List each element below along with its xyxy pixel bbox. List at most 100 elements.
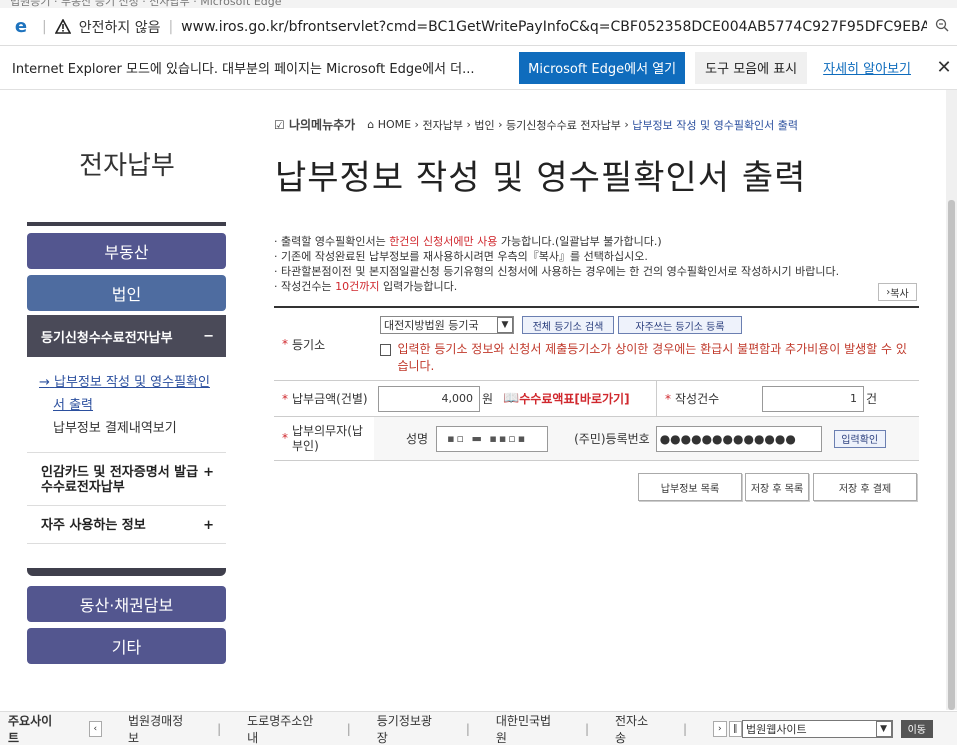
nav-write-payment-label: 납부정보 작성 및 영수필확인 — [54, 375, 210, 390]
left-navigation: 전자납부 부동산 법인 등기신청수수료전자납부 − → 납부정보 작성 및 영수필… — [27, 145, 226, 664]
footer-link-auction[interactable]: 법원경매정보 — [102, 712, 217, 746]
crumb-home[interactable]: HOME — [378, 118, 411, 131]
window-titlebar: 법원등기 · 부동산 등기 신청 · 전자납부 · Microsoft Edge — [0, 0, 957, 8]
arrow-icon: → — [39, 375, 50, 390]
tab-title: 법원등기 · 부동산 등기 신청 · 전자납부 · Microsoft Edge — [10, 0, 282, 8]
copy-button[interactable]: › 복사 — [878, 283, 917, 301]
payer-label-text: 납부의무자(납부인) — [292, 423, 363, 453]
chevron-left-icon[interactable]: ‹ — [88, 720, 102, 737]
page-title: 납부정보 작성 및 영수필확인서 출력 — [275, 158, 807, 198]
nav-fee-epay[interactable]: 등기신청수수료전자납부 − — [27, 315, 226, 357]
registry-select[interactable]: 대전지방법원 등기국 ▼ — [380, 316, 514, 334]
payer-cell: 성명 ▪▫ ▬ ▪▪▫▪ (주민)등록번호 ●●●●●●●●●●●●● 입력확인 — [374, 417, 919, 460]
registry-label-text: 등기소 — [292, 337, 326, 352]
notice-4b: 10건까지 — [335, 280, 380, 293]
chevron-down-icon: ▼ — [875, 720, 892, 737]
court-site-select[interactable]: 법원웹사이트 ▼ — [741, 719, 893, 738]
add-my-menu-label: 나의메뉴추가 — [288, 118, 356, 132]
notice-1a: · 출력할 영수필확인서는 — [274, 235, 390, 248]
learn-more-link[interactable]: 자세히 알아보기 — [823, 58, 911, 77]
home-icon: ⌂ — [367, 118, 375, 131]
divider: | — [168, 18, 174, 35]
scrollbar[interactable] — [946, 90, 957, 710]
count-input[interactable]: 1 — [762, 385, 864, 412]
close-icon[interactable]: ✕ — [931, 57, 957, 78]
add-my-menu[interactable]: ☑ 나의메뉴추가 — [274, 116, 355, 133]
count-cell: 1 건 — [758, 381, 919, 416]
amount-input[interactable]: 4,000 — [378, 385, 480, 412]
notice-1b: 한건의 신청서에만 사용 — [389, 235, 498, 248]
insecure-label[interactable]: 안전하지 않음 — [79, 17, 161, 37]
notice-1c: 가능합니다.(일괄납부 불가합니다.) — [497, 235, 662, 248]
ie-mode-bar: Internet Explorer 모드에 있습니다. 대부분의 페이지는 Mi… — [0, 46, 957, 90]
footer-link-address[interactable]: 도로명주소안내 — [221, 712, 347, 746]
register-frequent-registry-button[interactable]: 자주쓰는 등기소 등록 — [618, 316, 742, 334]
notice-3: · 타관할본점이전 및 본지점일괄신청 등기유형의 신청서에 사용하는 경우에는… — [274, 265, 840, 278]
nav-seal-card-label: 인감카드 및 전자증명서 발급수수료전자납부 — [41, 465, 199, 495]
nav-payment-history[interactable]: 납부정보 결제내역보기 — [39, 417, 226, 440]
show-in-toolbar-button[interactable]: 도구 모음에 표시 — [695, 51, 808, 84]
name-label: 성명 — [406, 432, 429, 446]
pause-icon[interactable]: ‖ — [728, 720, 742, 737]
expand-icon: + — [203, 465, 214, 480]
ie-mode-icon[interactable]: e — [8, 16, 34, 37]
crumb-epay[interactable]: 전자납부 — [422, 117, 462, 133]
crumb-corp[interactable]: 법인 — [474, 117, 494, 133]
nav-seal-card[interactable]: 인감카드 및 전자증명서 발급수수료전자납부 + — [27, 453, 226, 506]
registry-warning: 입력한 등기소 정보와 신청서 제출등기소가 상이한 경우에는 환급시 불편함과… — [397, 342, 907, 373]
name-input[interactable]: ▪▫ ▬ ▪▪▫▪ — [436, 425, 549, 452]
masked-name: ▪▫ ▬ ▪▪▫▪ — [447, 432, 528, 445]
notice-4: · 작성건수는 10건까지 입력가능합니다. — [274, 279, 919, 294]
footer-link-registry-info[interactable]: 등기정보광장 — [351, 712, 466, 746]
sidebar-top-bar — [27, 222, 226, 226]
nav-write-payment[interactable]: → 납부정보 작성 및 영수필확인 — [39, 371, 226, 394]
footer-link-ecourt[interactable]: 전자소송 — [589, 712, 683, 746]
payer-row: * 납부의무자(납부인) 성명 ▪▫ ▬ ▪▪▫▪ (주민)등록번호 ●●●●●●… — [274, 417, 919, 461]
nav-write-payment-cont[interactable]: 서 출력 — [39, 394, 226, 417]
save-list-button[interactable]: 저장 후 목록 — [745, 473, 809, 501]
notice-4c: 입력가능합니다. — [379, 280, 458, 293]
sidebar-bottom-bar — [27, 568, 226, 576]
payment-form: * 등기소 대전지방법원 등기국 ▼ 전체 등기소 검색 자주쓰는 등기소 등록 입… — [274, 306, 919, 461]
nav-fee-epay-label: 등기신청수수료전자납부 — [41, 330, 173, 346]
nav-movable-assets[interactable]: 동산·채권담보 — [27, 586, 226, 622]
save-pay-button[interactable]: 저장 후 결제 — [813, 473, 917, 501]
check-icon: ☑ — [274, 118, 285, 132]
id-number-label: (주민)등록번호 — [574, 432, 650, 446]
ie-mode-message: Internet Explorer 모드에 있습니다. 대부분의 페이지는 Mi… — [12, 62, 475, 77]
count-label-text: 작성건수 — [675, 392, 720, 406]
registry-cell: 대전지방법원 등기국 ▼ 전체 등기소 검색 자주쓰는 등기소 등록 입력한 등기… — [374, 308, 919, 380]
nav-real-estate[interactable]: 부동산 — [27, 233, 226, 269]
open-in-edge-button[interactable]: Microsoft Edge에서 열기 — [519, 51, 686, 84]
search-all-registry-button[interactable]: 전체 등기소 검색 — [522, 316, 614, 334]
chevron-right-icon[interactable]: › — [713, 720, 727, 737]
fee-table-link[interactable]: 수수료액표[바로가기] — [519, 390, 629, 407]
scrollbar-thumb[interactable] — [948, 200, 955, 710]
amount-cell: 4,000 원 📖 수수료액표[바로가기] — [374, 381, 656, 416]
registry-select-value: 대전지방법원 등기국 — [384, 319, 479, 332]
nav-corporation[interactable]: 법인 — [27, 275, 226, 311]
go-button[interactable]: 이동 — [900, 719, 933, 738]
footer-bar: 주요사이트 ‹ 법원경매정보 | 도로명주소안내 | 등기정보광장 | 대한민국법원 |… — [0, 711, 957, 745]
agree-checkbox[interactable] — [380, 344, 392, 356]
notice-4a: · 작성건수는 — [274, 280, 336, 293]
copy-button-label: 복사 — [890, 288, 909, 300]
amount-row: * 납부금액(건별) 4,000 원 📖 수수료액표[바로가기] * 작성건수 1 … — [274, 381, 919, 417]
footer-link-court[interactable]: 대한민국법원 — [470, 712, 585, 746]
payment-list-button[interactable]: 납부정보 목록 — [638, 473, 742, 501]
book-icon: 📖 — [503, 391, 520, 406]
count-unit: 건 — [866, 392, 878, 406]
payer-label: * 납부의무자(납부인) — [274, 417, 374, 460]
nav-sublist: → 납부정보 작성 및 영수필확인 서 출력 납부정보 결제내역보기 — [27, 357, 226, 453]
divider: | — [42, 18, 47, 35]
nav-favorites[interactable]: 자주 사용하는 정보 + — [27, 506, 226, 544]
url-field[interactable]: www.iros.go.kr/bfrontservlet?cmd=BC1GetW… — [181, 19, 927, 35]
confirm-input-button[interactable]: 입력확인 — [833, 429, 886, 448]
warning-icon[interactable] — [54, 19, 71, 35]
chevron-down-icon: ▼ — [497, 317, 513, 333]
breadcrumb: ☑ 나의메뉴추가 ⌂ HOME › 전자납부 › 법인 › 등기신청수수료 전자… — [274, 116, 799, 133]
nav-others[interactable]: 기타 — [27, 628, 226, 664]
zoom-icon[interactable] — [927, 18, 957, 36]
id-number-input[interactable]: ●●●●●●●●●●●●● — [655, 425, 822, 452]
crumb-fee[interactable]: 등기신청수수료 전자납부 — [506, 117, 621, 133]
